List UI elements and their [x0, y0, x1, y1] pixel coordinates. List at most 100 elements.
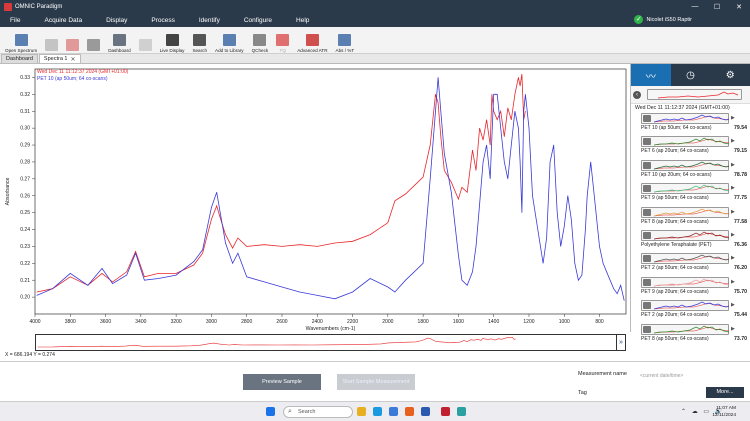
eye-icon[interactable] [643, 325, 651, 333]
eye-icon[interactable] [643, 138, 651, 146]
tab-spectra-1[interactable]: Spectra 1 ✕ [38, 54, 81, 63]
file-explorer-icon[interactable] [357, 407, 366, 416]
match-thumbnail[interactable] [641, 159, 729, 171]
omnic-paradigm-icon[interactable] [441, 407, 450, 416]
spectrum-view-icon[interactable]: 〰 [631, 64, 671, 86]
eye-icon[interactable] [643, 208, 651, 216]
overview-strip[interactable]: » [35, 334, 626, 351]
toolbar-button-save[interactable] [41, 27, 62, 53]
taskbar-search[interactable]: ⌕ Search [283, 406, 353, 418]
expand-arrow-icon[interactable]: ▶ [731, 185, 735, 191]
menu-file[interactable]: File [0, 17, 34, 24]
start-sample-measurement-button[interactable]: Start Sample Measurement [337, 374, 415, 390]
menu-process[interactable]: Process [141, 17, 188, 24]
toolbar-button-camera[interactable]: Live Display [156, 27, 189, 53]
data-point [112, 283, 113, 284]
close-tab-icon[interactable]: ✕ [70, 56, 75, 63]
data-point [623, 300, 625, 301]
match-thumbnail[interactable] [641, 113, 729, 124]
match-thumbnail[interactable] [641, 183, 729, 195]
app-mail-icon[interactable] [421, 407, 430, 416]
expand-right-icon[interactable]: » [616, 335, 625, 350]
expand-arrow-icon[interactable]: ▶ [731, 255, 735, 261]
match-item[interactable]: ▶ PET 10 (ap 20um; 64 co-scans) 78.78 [631, 159, 750, 182]
x-tick-label: 3800 [65, 319, 76, 325]
eye-icon[interactable] [643, 161, 651, 169]
maximize-button[interactable]: ☐ [706, 3, 728, 11]
expand-arrow-icon[interactable]: ▶ [731, 115, 735, 121]
match-item[interactable]: ▶ PET 8 (ap 50um; 64 co-scans) 73.70 [631, 323, 750, 346]
match-thumbnail[interactable] [641, 229, 729, 241]
menu-acquire-data[interactable]: Acquire Data [34, 17, 96, 24]
expand-arrow-icon[interactable]: ▶ [731, 232, 735, 238]
match-item[interactable]: ▶ PET 10 (ap 50um; 64 co-scans) 79.54 [631, 112, 750, 135]
preview-sample-button[interactable]: Preview Sample [243, 374, 321, 390]
eye-icon[interactable] [643, 302, 651, 310]
x-tick-label: 2200 [347, 319, 358, 325]
clock-icon[interactable]: ◷ [671, 64, 711, 86]
eye-icon[interactable] [643, 278, 651, 286]
match-thumbnail[interactable] [641, 300, 729, 312]
more-button[interactable]: More... [706, 387, 744, 398]
match-item[interactable]: ▶ PET 2 (ap 20um; 64 co-scans) 75.44 [631, 299, 750, 322]
menu-display[interactable]: Display [96, 17, 141, 24]
match-item[interactable]: ▶ PET 9 (ap 50um; 64 co-scans) 77.75 [631, 182, 750, 205]
data-point [369, 234, 371, 235]
settings-gear-icon[interactable]: ⚙ [710, 64, 750, 86]
collapse-panel-icon[interactable]: ‹ [633, 90, 641, 99]
windows-start-icon[interactable] [266, 407, 275, 416]
toolbar-button-open-spectrum[interactable]: Open Spectrum [0, 27, 41, 53]
eye-icon[interactable] [643, 115, 651, 122]
spectrum-chart[interactable]: 0.20 0.21 0.22 0.23 0.24 0.25 0.26 0.27 0.28 0.29… [0, 64, 630, 332]
toolbar-button-dashboard[interactable]: Dashboard [104, 27, 134, 53]
match-thumbnail[interactable] [641, 136, 729, 148]
expand-arrow-icon[interactable]: ▶ [731, 279, 735, 285]
y-tick-label: 0.30 [20, 126, 30, 132]
measurement-name-input[interactable]: <current date/time> [640, 373, 683, 379]
match-item[interactable]: ▶ PET 8 (ap 20um; 64 co-scans) 77.58 [631, 206, 750, 229]
measurement-name-label: Measurement name [578, 371, 627, 377]
expand-arrow-icon[interactable]: ▶ [731, 302, 735, 308]
match-item[interactable]: ▶ PET 2 (ap 50um; 64 co-scans) 76.20 [631, 252, 750, 275]
match-thumbnail[interactable] [641, 276, 729, 288]
toolbar-button-search[interactable]: Search [188, 27, 211, 53]
menu-configure[interactable]: Configure [234, 17, 286, 24]
match-item[interactable]: ▶ PET 6 (ap 20um; 64 co-scans) 79.15 [631, 135, 750, 158]
match-thumbnail[interactable] [641, 323, 729, 335]
toolbar-button-library[interactable]: Add to Library [211, 27, 248, 53]
close-button[interactable]: ✕ [728, 3, 750, 11]
toolbar-button-qcheck[interactable]: QCheck [248, 27, 273, 53]
toolbar-button-gear[interactable] [83, 27, 104, 53]
match-item[interactable]: ▶ PET 9 (ap 20um; 64 co-scans) 75.70 [631, 276, 750, 299]
overview-line [37, 336, 516, 348]
match-thumbnail[interactable] [641, 253, 729, 265]
legend-entry[interactable]: PET 10 (ap 50um; 64 co-scans) [37, 76, 108, 82]
expand-arrow-icon[interactable]: ▶ [731, 209, 735, 215]
edge-browser-icon[interactable] [373, 407, 382, 416]
expand-arrow-icon[interactable]: ▶ [731, 162, 735, 168]
toolbar-button-compare[interactable] [62, 27, 83, 53]
toolbar-button-advanced-atr[interactable]: Advanced ATR [293, 27, 331, 53]
eye-icon[interactable] [643, 231, 651, 239]
toolbar-button-abs-t[interactable]: Abs / %T [332, 27, 359, 53]
app-globe-icon[interactable] [457, 407, 466, 416]
menu-identify[interactable]: Identify [189, 17, 234, 24]
ms-store-icon[interactable] [389, 407, 398, 416]
legend-entry[interactable]: Wed Dec 11 11:12:37 2024 (GMT+01:00) [37, 69, 129, 75]
reference-thumbnail[interactable] [647, 89, 742, 100]
minimize-button[interactable]: — [684, 3, 706, 11]
menu-help[interactable]: Help [286, 17, 323, 24]
match-item[interactable]: ▶ Polyethylene Teraphalate (PET) 76.36 [631, 229, 750, 252]
system-clock[interactable]: 11:07 AM 12/11/2024 [712, 405, 736, 419]
toolbar-button-blank[interactable] [135, 27, 156, 53]
match-thumb-trace [653, 301, 729, 310]
match-thumbnail[interactable] [641, 206, 729, 218]
expand-arrow-icon[interactable]: ▶ [731, 138, 735, 144]
toolbar-button-tq[interactable]: TQ [272, 27, 293, 53]
tab-dashboard[interactable]: Dashboard [1, 54, 38, 63]
expand-arrow-icon[interactable]: ▶ [731, 326, 735, 332]
app-orange-icon[interactable] [405, 407, 414, 416]
eye-icon[interactable] [643, 185, 651, 193]
eye-icon[interactable] [643, 255, 651, 263]
instrument-status[interactable]: ✓ Nicolet iS50 Raptir [634, 15, 692, 24]
